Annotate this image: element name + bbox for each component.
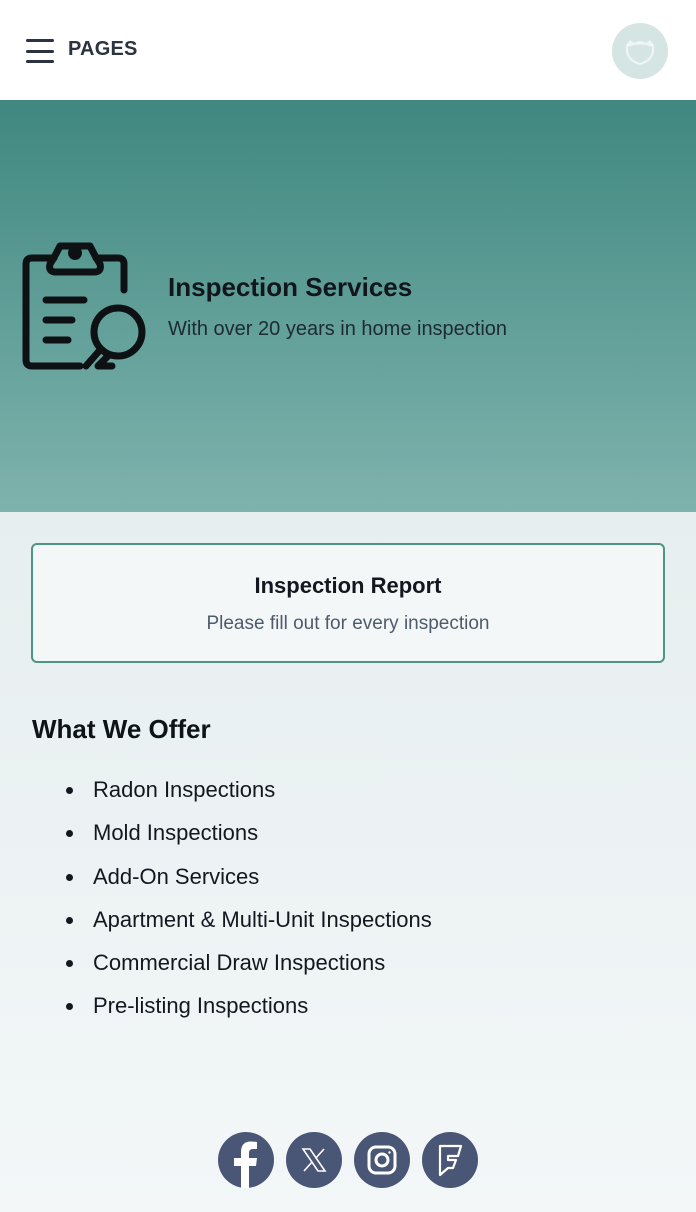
x-button[interactable] — [286, 1132, 342, 1188]
list-item: Mold Inspections — [66, 815, 432, 858]
offer-heading: What We Offer — [32, 714, 211, 744]
hero-title: Inspection Services — [168, 272, 413, 302]
foursquare-button[interactable] — [422, 1132, 478, 1188]
report-card-subtitle: Please fill out for every inspection — [206, 613, 490, 634]
report-card-title: Inspection Report — [254, 573, 442, 598]
cat-logo-icon[interactable] — [612, 23, 668, 79]
instagram-icon — [367, 1145, 397, 1175]
x-icon — [301, 1148, 327, 1172]
offer-list: Radon Inspections Mold Inspections Add-O… — [66, 772, 432, 1032]
list-item: Add-On Services — [66, 859, 432, 902]
facebook-icon — [234, 1141, 257, 1188]
top-bar: PAGES — [0, 0, 696, 100]
list-item: Apartment & Multi-Unit Inspections — [66, 902, 432, 945]
hero-section: Inspection Services With over 20 years i… — [0, 100, 696, 512]
list-item: Radon Inspections — [66, 772, 432, 815]
facebook-button[interactable] — [218, 1132, 274, 1188]
foursquare-icon — [438, 1144, 463, 1177]
social-links — [218, 1132, 478, 1188]
inspection-report-card[interactable]: Inspection Report Please fill out for ev… — [31, 543, 665, 663]
pages-menu-label[interactable]: PAGES — [68, 38, 138, 61]
hamburger-icon[interactable] — [26, 39, 54, 63]
instagram-button[interactable] — [354, 1132, 410, 1188]
hero-subtitle: With over 20 years in home inspection — [168, 318, 508, 340]
list-item: Commercial Draw Inspections — [66, 945, 432, 988]
list-item: Pre-listing Inspections — [66, 988, 432, 1031]
clipboard-search-icon — [20, 242, 148, 370]
